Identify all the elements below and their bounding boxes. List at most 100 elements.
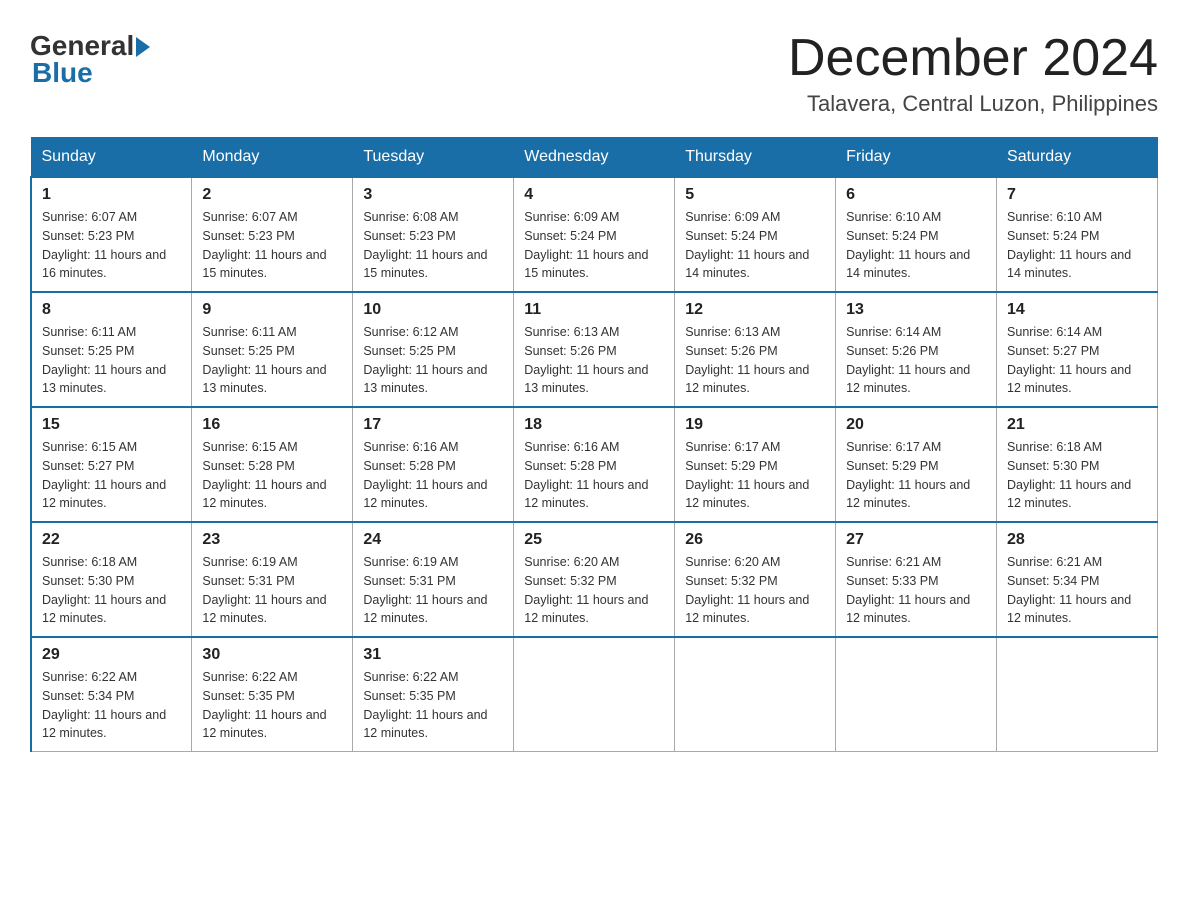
day-number: 8 (42, 301, 181, 319)
day-info: Sunrise: 6:17 AMSunset: 5:29 PMDaylight:… (685, 438, 825, 513)
day-info: Sunrise: 6:08 AMSunset: 5:23 PMDaylight:… (363, 208, 503, 283)
title-section: December 2024 Talavera, Central Luzon, P… (788, 30, 1158, 117)
day-number: 2 (202, 186, 342, 204)
header-cell-monday: Monday (192, 138, 353, 178)
day-number: 1 (42, 186, 181, 204)
header-cell-sunday: Sunday (31, 138, 192, 178)
day-number: 30 (202, 646, 342, 664)
day-number: 5 (685, 186, 825, 204)
day-number: 16 (202, 416, 342, 434)
calendar-body: 1 Sunrise: 6:07 AMSunset: 5:23 PMDaylight… (31, 177, 1158, 752)
day-info: Sunrise: 6:12 AMSunset: 5:25 PMDaylight:… (363, 323, 503, 398)
day-number: 31 (363, 646, 503, 664)
day-cell: 14 Sunrise: 6:14 AMSunset: 5:27 PMDayligh… (997, 292, 1158, 407)
day-cell: 19 Sunrise: 6:17 AMSunset: 5:29 PMDayligh… (675, 407, 836, 522)
month-title: December 2024 (788, 30, 1158, 87)
day-info: Sunrise: 6:13 AMSunset: 5:26 PMDaylight:… (685, 323, 825, 398)
day-cell: 29 Sunrise: 6:22 AMSunset: 5:34 PMDayligh… (31, 637, 192, 752)
day-info: Sunrise: 6:15 AMSunset: 5:28 PMDaylight:… (202, 438, 342, 513)
day-info: Sunrise: 6:10 AMSunset: 5:24 PMDaylight:… (846, 208, 986, 283)
day-info: Sunrise: 6:13 AMSunset: 5:26 PMDaylight:… (524, 323, 664, 398)
day-number: 24 (363, 531, 503, 549)
day-number: 11 (524, 301, 664, 319)
day-number: 15 (42, 416, 181, 434)
day-number: 3 (363, 186, 503, 204)
day-info: Sunrise: 6:07 AMSunset: 5:23 PMDaylight:… (202, 208, 342, 283)
day-cell: 11 Sunrise: 6:13 AMSunset: 5:26 PMDayligh… (514, 292, 675, 407)
day-cell: 5 Sunrise: 6:09 AMSunset: 5:24 PMDaylight… (675, 177, 836, 292)
day-number: 28 (1007, 531, 1147, 549)
day-cell (675, 637, 836, 752)
day-info: Sunrise: 6:10 AMSunset: 5:24 PMDaylight:… (1007, 208, 1147, 283)
day-info: Sunrise: 6:20 AMSunset: 5:32 PMDaylight:… (524, 553, 664, 628)
day-info: Sunrise: 6:20 AMSunset: 5:32 PMDaylight:… (685, 553, 825, 628)
day-cell: 23 Sunrise: 6:19 AMSunset: 5:31 PMDayligh… (192, 522, 353, 637)
logo: General Blue (30, 30, 150, 89)
day-number: 29 (42, 646, 181, 664)
day-cell: 3 Sunrise: 6:08 AMSunset: 5:23 PMDaylight… (353, 177, 514, 292)
day-info: Sunrise: 6:09 AMSunset: 5:24 PMDaylight:… (524, 208, 664, 283)
header-cell-thursday: Thursday (675, 138, 836, 178)
day-cell: 12 Sunrise: 6:13 AMSunset: 5:26 PMDayligh… (675, 292, 836, 407)
day-info: Sunrise: 6:18 AMSunset: 5:30 PMDaylight:… (1007, 438, 1147, 513)
day-number: 9 (202, 301, 342, 319)
day-cell: 4Sunrise: 6:09 AMSunset: 5:24 PMDaylight… (514, 177, 675, 292)
day-info: Sunrise: 6:21 AMSunset: 5:34 PMDaylight:… (1007, 553, 1147, 628)
week-row-5: 29 Sunrise: 6:22 AMSunset: 5:34 PMDayligh… (31, 637, 1158, 752)
day-info: Sunrise: 6:15 AMSunset: 5:27 PMDaylight:… (42, 438, 181, 513)
day-cell: 20 Sunrise: 6:17 AMSunset: 5:29 PMDayligh… (836, 407, 997, 522)
day-info: Sunrise: 6:14 AMSunset: 5:26 PMDaylight:… (846, 323, 986, 398)
day-info: Sunrise: 6:22 AMSunset: 5:35 PMDaylight:… (202, 668, 342, 743)
day-number: 17 (363, 416, 503, 434)
day-number: 7 (1007, 186, 1147, 204)
day-number: 23 (202, 531, 342, 549)
day-number: 12 (685, 301, 825, 319)
day-info: Sunrise: 6:14 AMSunset: 5:27 PMDaylight:… (1007, 323, 1147, 398)
day-cell: 22 Sunrise: 6:18 AMSunset: 5:30 PMDayligh… (31, 522, 192, 637)
calendar-header: SundayMondayTuesdayWednesdayThursdayFrid… (31, 138, 1158, 178)
day-cell: 24 Sunrise: 6:19 AMSunset: 5:31 PMDayligh… (353, 522, 514, 637)
day-info: Sunrise: 6:07 AMSunset: 5:23 PMDaylight:… (42, 208, 181, 283)
day-info: Sunrise: 6:11 AMSunset: 5:25 PMDaylight:… (42, 323, 181, 398)
header-cell-saturday: Saturday (997, 138, 1158, 178)
location-title: Talavera, Central Luzon, Philippines (788, 91, 1158, 117)
day-info: Sunrise: 6:22 AMSunset: 5:35 PMDaylight:… (363, 668, 503, 743)
day-number: 14 (1007, 301, 1147, 319)
day-cell: 15 Sunrise: 6:15 AMSunset: 5:27 PMDayligh… (31, 407, 192, 522)
day-info: Sunrise: 6:18 AMSunset: 5:30 PMDaylight:… (42, 553, 181, 628)
day-cell: 10Sunrise: 6:12 AMSunset: 5:25 PMDayligh… (353, 292, 514, 407)
week-row-4: 22 Sunrise: 6:18 AMSunset: 5:30 PMDayligh… (31, 522, 1158, 637)
day-cell: 26Sunrise: 6:20 AMSunset: 5:32 PMDayligh… (675, 522, 836, 637)
day-info: Sunrise: 6:17 AMSunset: 5:29 PMDaylight:… (846, 438, 986, 513)
header-cell-tuesday: Tuesday (353, 138, 514, 178)
day-cell (514, 637, 675, 752)
calendar-table: SundayMondayTuesdayWednesdayThursdayFrid… (30, 137, 1158, 752)
day-info: Sunrise: 6:22 AMSunset: 5:34 PMDaylight:… (42, 668, 181, 743)
day-cell: 8 Sunrise: 6:11 AMSunset: 5:25 PMDaylight… (31, 292, 192, 407)
day-info: Sunrise: 6:19 AMSunset: 5:31 PMDaylight:… (363, 553, 503, 628)
day-cell: 30 Sunrise: 6:22 AMSunset: 5:35 PMDayligh… (192, 637, 353, 752)
day-number: 6 (846, 186, 986, 204)
day-info: Sunrise: 6:16 AMSunset: 5:28 PMDaylight:… (363, 438, 503, 513)
day-number: 25 (524, 531, 664, 549)
day-info: Sunrise: 6:16 AMSunset: 5:28 PMDaylight:… (524, 438, 664, 513)
day-cell: 16 Sunrise: 6:15 AMSunset: 5:28 PMDayligh… (192, 407, 353, 522)
day-info: Sunrise: 6:11 AMSunset: 5:25 PMDaylight:… (202, 323, 342, 398)
day-number: 21 (1007, 416, 1147, 434)
logo-blue-text: Blue (32, 57, 93, 89)
day-cell: 7 Sunrise: 6:10 AMSunset: 5:24 PMDaylight… (997, 177, 1158, 292)
week-row-3: 15 Sunrise: 6:15 AMSunset: 5:27 PMDayligh… (31, 407, 1158, 522)
day-cell: 27Sunrise: 6:21 AMSunset: 5:33 PMDayligh… (836, 522, 997, 637)
day-cell: 31 Sunrise: 6:22 AMSunset: 5:35 PMDayligh… (353, 637, 514, 752)
day-number: 19 (685, 416, 825, 434)
day-cell: 6 Sunrise: 6:10 AMSunset: 5:24 PMDaylight… (836, 177, 997, 292)
header-cell-friday: Friday (836, 138, 997, 178)
day-cell: 13 Sunrise: 6:14 AMSunset: 5:26 PMDayligh… (836, 292, 997, 407)
day-info: Sunrise: 6:09 AMSunset: 5:24 PMDaylight:… (685, 208, 825, 283)
day-cell: 18Sunrise: 6:16 AMSunset: 5:28 PMDayligh… (514, 407, 675, 522)
day-number: 20 (846, 416, 986, 434)
day-cell: 17 Sunrise: 6:16 AMSunset: 5:28 PMDayligh… (353, 407, 514, 522)
day-number: 13 (846, 301, 986, 319)
day-number: 22 (42, 531, 181, 549)
day-info: Sunrise: 6:19 AMSunset: 5:31 PMDaylight:… (202, 553, 342, 628)
